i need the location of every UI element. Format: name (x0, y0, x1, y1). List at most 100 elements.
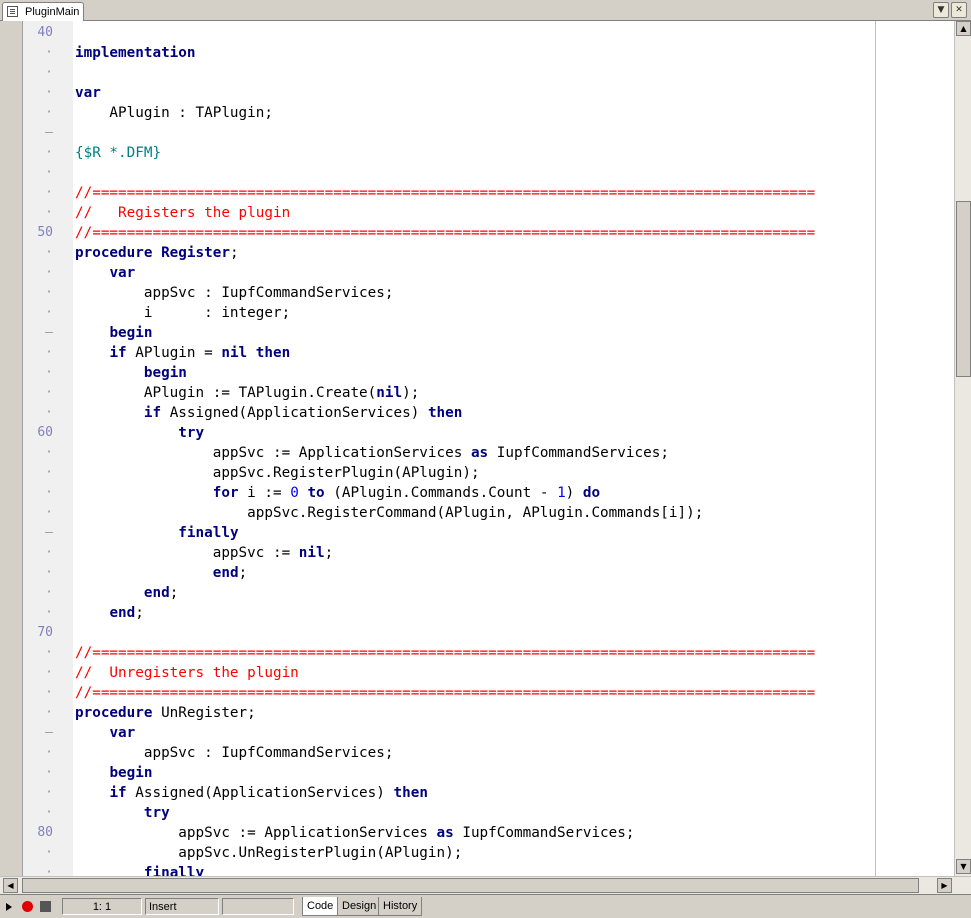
play-macro-icon[interactable] (6, 903, 12, 911)
code-token: 1 (557, 485, 566, 501)
line-number: · (45, 645, 53, 660)
code-text: begin (75, 763, 875, 783)
code-line[interactable]: · var (0, 83, 954, 103)
tab-design[interactable]: Design (337, 897, 382, 916)
line-number: · (45, 765, 53, 780)
code-token: //======================================… (75, 185, 816, 201)
code-line[interactable]: · for i := 0 to (APlugin.Commands.Count … (0, 483, 954, 503)
code-line[interactable]: 70 (0, 623, 954, 643)
code-token: APlugin = (126, 345, 222, 361)
line-number: · (45, 545, 53, 560)
code-token: //======================================… (75, 225, 816, 241)
code-line[interactable]: · (0, 63, 954, 83)
code-line[interactable]: – var (0, 723, 954, 743)
code-line[interactable]: · try (0, 803, 954, 823)
code-token: end (109, 605, 136, 621)
line-number: 80 (37, 825, 53, 840)
code-text: if Assigned(ApplicationServices) then (75, 783, 875, 803)
code-line[interactable]: · // Registers the plugin (0, 203, 954, 223)
code-line[interactable]: 60 try (0, 423, 954, 443)
code-token: (APlugin.Commands.Count - (324, 485, 558, 501)
code-text: if APlugin = nil then (75, 343, 875, 363)
vertical-scrollbar[interactable]: ▲ ▼ (954, 21, 971, 876)
code-line[interactable]: · (0, 163, 954, 183)
close-tab-button[interactable]: ✕ (951, 2, 967, 18)
line-number: · (45, 85, 53, 100)
code-line[interactable]: – (0, 123, 954, 143)
code-line[interactable]: · end; (0, 583, 954, 603)
code-line[interactable]: · i : integer; (0, 303, 954, 323)
code-line[interactable]: · appSvc : IupfCommandServices; (0, 283, 954, 303)
code-line[interactable]: · APlugin : TAPlugin; (0, 103, 954, 123)
code-token: UnRegister; (152, 705, 256, 721)
code-line[interactable]: 80 appSvc := ApplicationServices as Iupf… (0, 823, 954, 843)
code-line[interactable]: · finally (0, 863, 954, 876)
code-text: procedure UnRegister; (75, 703, 875, 723)
edit-mode: Insert (145, 898, 219, 915)
line-number: – (45, 725, 53, 740)
code-line[interactable]: · appSvc.UnRegisterPlugin(APlugin); (0, 843, 954, 863)
line-number: – (45, 325, 53, 340)
tab-list-button[interactable]: ▼ (933, 2, 949, 18)
code-line[interactable]: · //=====================================… (0, 643, 954, 663)
code-line[interactable]: · begin (0, 363, 954, 383)
scroll-left-button[interactable]: ◀ (3, 878, 18, 893)
code-text: implementation (75, 43, 875, 63)
line-number: · (45, 105, 53, 120)
code-text: //======================================… (75, 183, 875, 203)
record-macro-icon[interactable] (22, 901, 33, 912)
line-number: · (45, 465, 53, 480)
code-line[interactable]: · procedure UnRegister; (0, 703, 954, 723)
code-line[interactable]: · // Unregisters the plugin (0, 663, 954, 683)
code-line[interactable]: · {$R *.DFM} (0, 143, 954, 163)
line-number: · (45, 785, 53, 800)
code-line[interactable]: · var (0, 263, 954, 283)
line-number: · (45, 865, 53, 876)
stop-macro-icon[interactable] (40, 901, 51, 912)
code-text: // Unregisters the plugin (75, 663, 875, 683)
code-line[interactable]: · appSvc : IupfCommandServices; (0, 743, 954, 763)
code-line[interactable]: · if APlugin = nil then (0, 343, 954, 363)
scroll-right-button[interactable]: ▶ (937, 878, 952, 893)
code-line[interactable]: · //=====================================… (0, 683, 954, 703)
tab-pluginmain[interactable]: PluginMain (2, 2, 85, 21)
code-token: if (109, 345, 127, 361)
code-line[interactable]: · end; (0, 563, 954, 583)
vertical-scroll-thumb[interactable] (956, 201, 971, 377)
code-line[interactable]: · appSvc := ApplicationServices as IupfC… (0, 443, 954, 463)
code-line[interactable]: · if Assigned(ApplicationServices) then (0, 783, 954, 803)
code-line[interactable]: · implementation (0, 43, 954, 63)
line-number: · (45, 65, 53, 80)
code-token: IupfCommandServices; (453, 825, 635, 841)
code-line[interactable]: 40 (0, 23, 954, 43)
code-line[interactable]: · procedure Register; (0, 243, 954, 263)
tab-history[interactable]: History (378, 897, 423, 916)
line-number: · (45, 385, 53, 400)
code-line[interactable]: · begin (0, 763, 954, 783)
code-line[interactable]: · APlugin := TAPlugin.Create(nil); (0, 383, 954, 403)
code-token: try (178, 425, 205, 441)
code-line[interactable]: · appSvc.RegisterCommand(APlugin, APlugi… (0, 503, 954, 523)
line-number: · (45, 185, 53, 200)
code-text: appSvc := ApplicationServices as IupfCom… (75, 443, 875, 463)
code-line[interactable]: · end; (0, 603, 954, 623)
scroll-down-button[interactable]: ▼ (956, 859, 971, 874)
code-line[interactable]: · if Assigned(ApplicationServices) then (0, 403, 954, 423)
code-line[interactable]: – begin (0, 323, 954, 343)
scroll-up-button[interactable]: ▲ (956, 21, 971, 36)
code-line[interactable]: – finally (0, 523, 954, 543)
code-line[interactable]: · appSvc := nil; (0, 543, 954, 563)
horizontal-scroll-thumb[interactable] (22, 878, 919, 893)
line-number: · (45, 305, 53, 320)
code-line[interactable]: · appSvc.RegisterPlugin(APlugin); (0, 463, 954, 483)
code-editor[interactable]: 40 · implementation · · var · APlugin : TAPlug… (0, 21, 954, 876)
code-text: begin (75, 363, 875, 383)
horizontal-scrollbar[interactable]: ◀ ▶ (0, 876, 971, 894)
code-token: ) (565, 485, 583, 501)
code-line[interactable]: 50 //====================================… (0, 223, 954, 243)
code-token: finally (143, 865, 205, 876)
code-line[interactable]: · //=====================================… (0, 183, 954, 203)
tab-code[interactable]: Code (302, 897, 339, 916)
